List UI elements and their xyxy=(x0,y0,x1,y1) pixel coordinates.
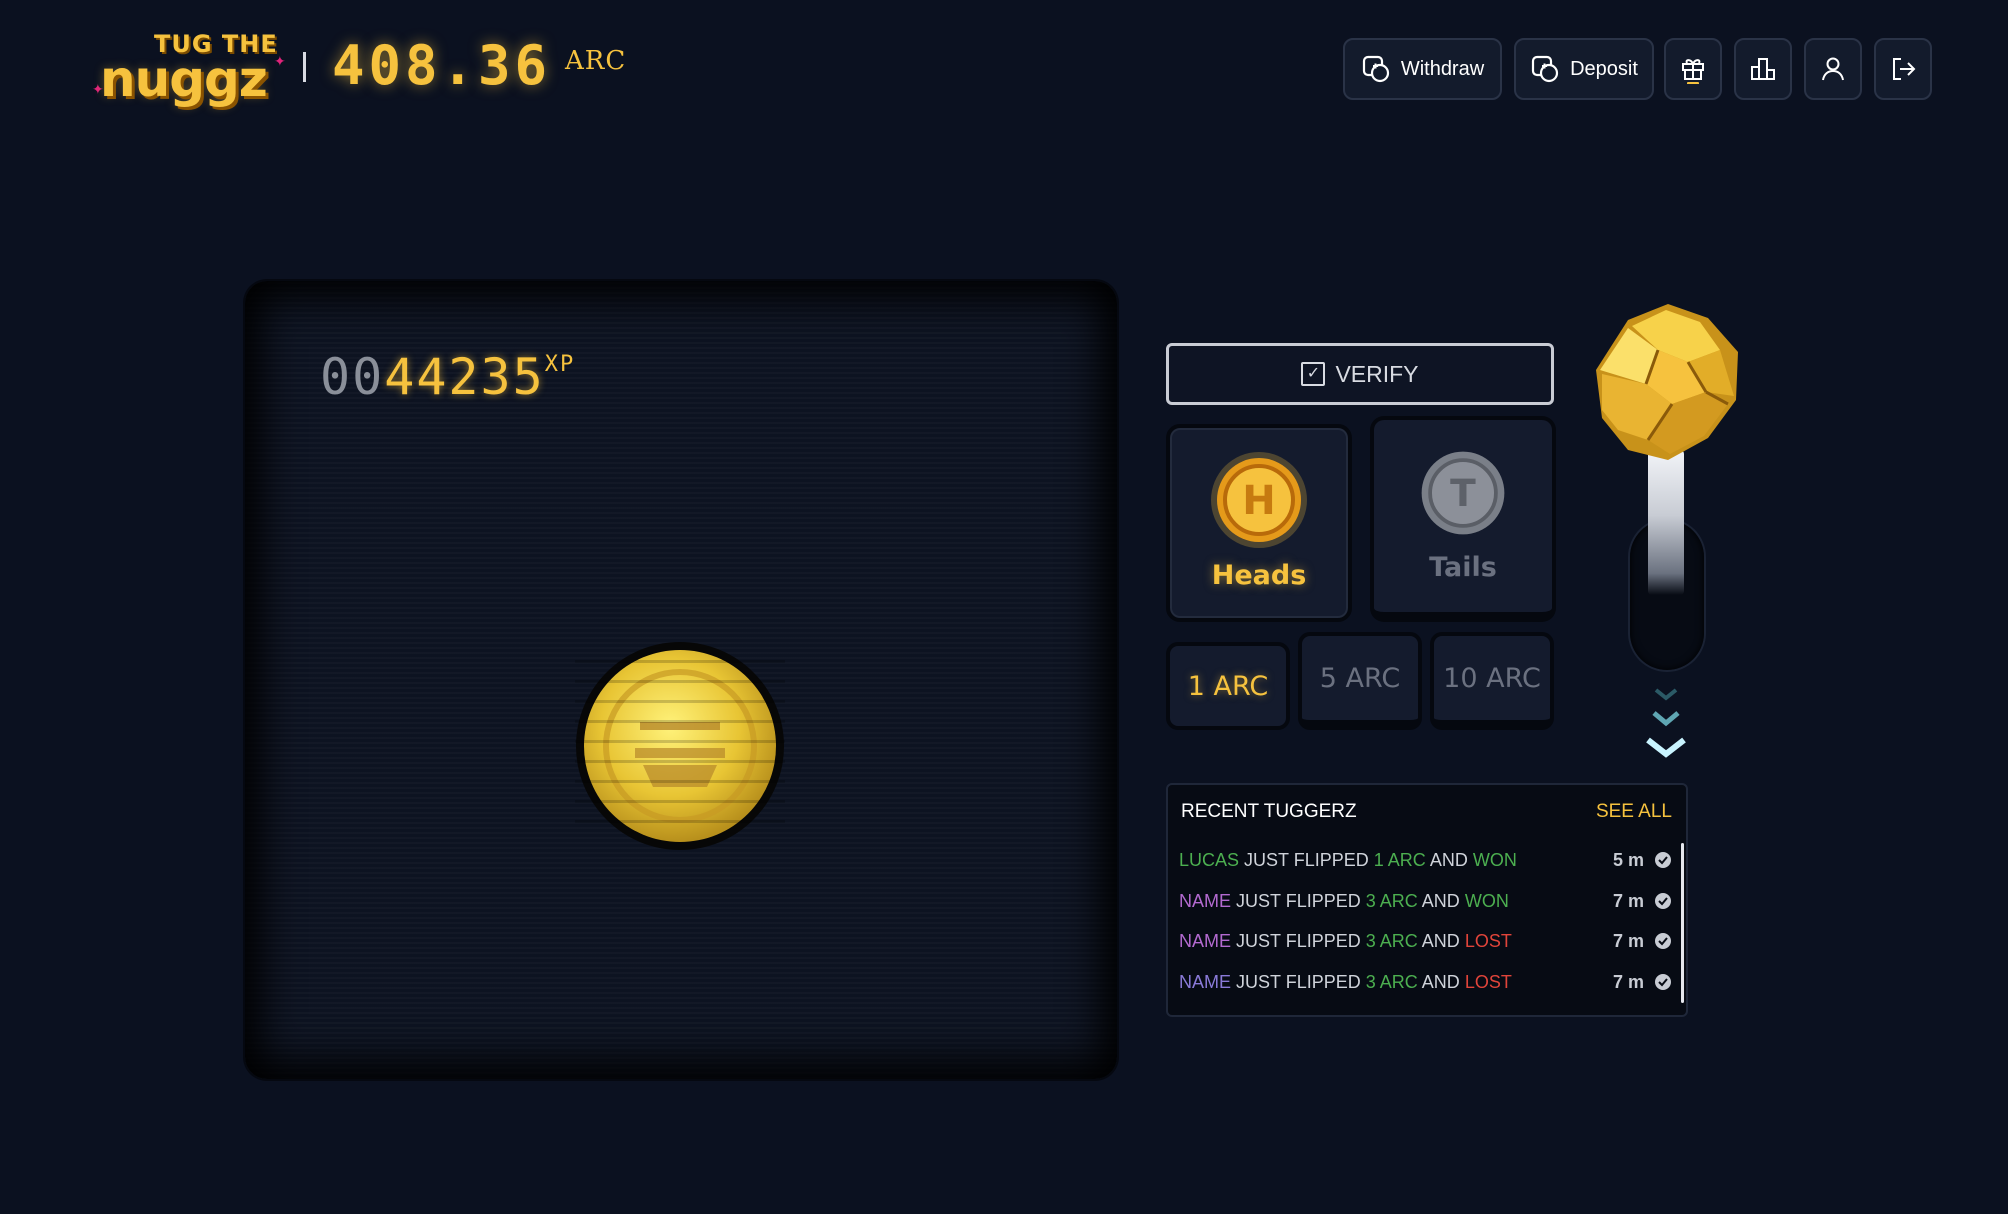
svg-text:H: H xyxy=(1242,478,1275,524)
withdraw-button[interactable]: Withdraw xyxy=(1343,38,1502,100)
leaderboard-icon xyxy=(1751,58,1775,80)
xp-value: 44235 xyxy=(384,348,545,406)
header-divider xyxy=(303,52,306,82)
tails-option[interactable]: T Tails xyxy=(1370,416,1556,622)
amount-5-arc-button[interactable]: 5 ARC xyxy=(1298,632,1422,730)
timestamp: 7 m xyxy=(1612,890,1644,911)
recent-tuggerz-panel: RECENT TUGGERZ SEE ALL LUCAS JUST FLIPPE… xyxy=(1166,783,1688,1017)
player-name: LUCAS xyxy=(1179,849,1240,870)
result: WON xyxy=(1464,890,1509,911)
verify-button[interactable]: ✓ VERIFY xyxy=(1166,343,1554,405)
amount-1-arc-button[interactable]: 1 ARC xyxy=(1166,642,1290,730)
amount-10-arc-button[interactable]: 10 ARC xyxy=(1430,632,1554,730)
heads-label: Heads xyxy=(1211,560,1307,591)
deposit-label: Deposit xyxy=(1570,57,1638,80)
deposit-button[interactable]: Deposit xyxy=(1514,38,1654,100)
recent-title: RECENT TUGGERZ xyxy=(1181,801,1357,822)
player-name: NAME xyxy=(1179,930,1232,951)
chevron-down-icon xyxy=(1646,737,1686,758)
logo[interactable]: ✦ ✦ TUG THE nuggz xyxy=(92,24,292,108)
logo-line-2: nuggz xyxy=(100,50,268,108)
player-name: NAME xyxy=(1179,890,1232,911)
verified-check-icon[interactable] xyxy=(1654,973,1672,991)
balance-amount: 408.36 xyxy=(332,34,552,97)
checkbox-icon: ✓ xyxy=(1301,362,1326,386)
chevron-down-icon xyxy=(1654,688,1678,701)
see-all-link[interactable]: SEE ALL xyxy=(1596,801,1672,823)
profile-button[interactable] xyxy=(1804,38,1862,100)
withdraw-icon xyxy=(1362,55,1389,83)
lever-handle[interactable] xyxy=(1648,450,1684,595)
verify-label: VERIFY xyxy=(1335,360,1419,387)
xp-counter: 0044235XP xyxy=(320,348,575,406)
leaderboard-button[interactable] xyxy=(1734,38,1792,100)
logout-icon xyxy=(1893,58,1916,80)
gift-icon xyxy=(1682,59,1704,84)
balance-unit: ARC xyxy=(565,46,627,76)
deposit-icon xyxy=(1531,55,1559,83)
heads-coin-icon: H xyxy=(1211,452,1307,548)
verified-check-icon[interactable] xyxy=(1654,892,1672,910)
verified-check-icon[interactable] xyxy=(1654,851,1672,869)
list-item: NAME JUST FLIPPED 3 ARC AND LOST 7 m xyxy=(1179,967,1672,997)
scrollbar[interactable] xyxy=(1681,843,1684,1003)
chevron-down-icon xyxy=(1652,711,1680,727)
svg-text:T: T xyxy=(1450,471,1476,515)
logout-button[interactable] xyxy=(1874,38,1932,100)
withdraw-label: Withdraw xyxy=(1400,57,1485,80)
timestamp: 7 m xyxy=(1612,930,1644,951)
coin-icon xyxy=(575,642,785,850)
xp-leading-zeros: 00 xyxy=(320,348,385,406)
list-item: NAME JUST FLIPPED 3 ARC AND WON 7 m xyxy=(1179,886,1672,916)
xp-unit: XP xyxy=(544,352,576,377)
verified-check-icon[interactable] xyxy=(1654,932,1672,950)
gold-nugget-icon[interactable] xyxy=(1588,300,1748,466)
result: WON xyxy=(1472,849,1517,870)
heads-option[interactable]: H Heads xyxy=(1166,424,1352,622)
player-name: NAME xyxy=(1179,971,1232,992)
tails-label: Tails xyxy=(1429,552,1497,583)
list-item: LUCAS JUST FLIPPED 1 ARC AND WON 5 m xyxy=(1179,845,1672,875)
list-item: NAME JUST FLIPPED 3 ARC AND LOST 7 m xyxy=(1179,926,1672,956)
timestamp: 7 m xyxy=(1612,971,1644,992)
result: LOST xyxy=(1464,930,1512,951)
timestamp: 5 m xyxy=(1612,849,1644,870)
rewards-button[interactable] xyxy=(1664,38,1722,100)
user-icon xyxy=(1822,57,1844,81)
result: LOST xyxy=(1464,971,1512,992)
tails-coin-icon: T xyxy=(1421,451,1505,535)
